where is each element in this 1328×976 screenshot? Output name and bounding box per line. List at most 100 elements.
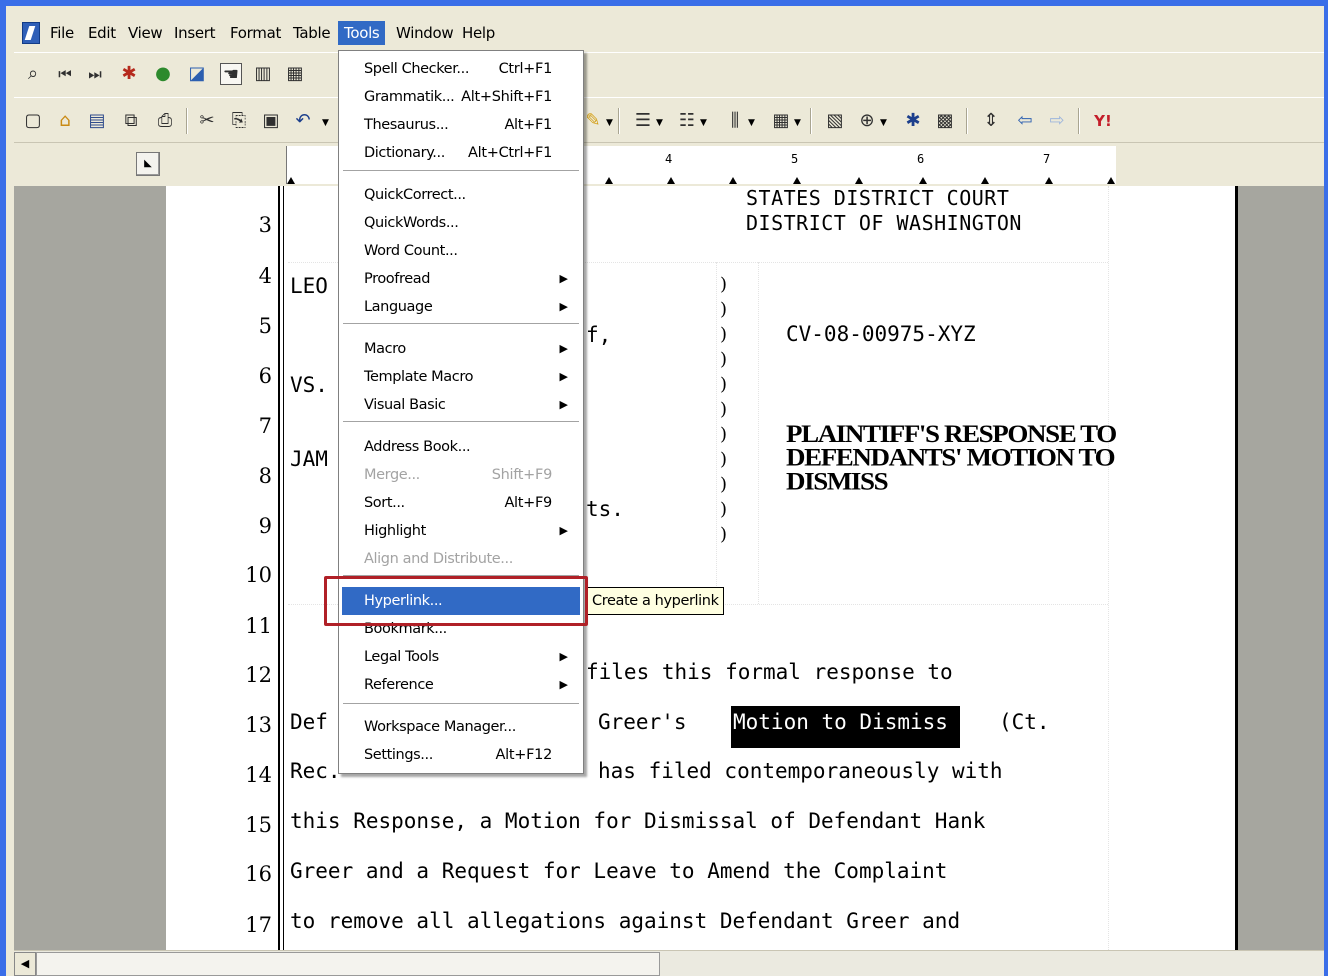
copy-icon[interactable]: ⧉ [120, 110, 142, 132]
book-icon[interactable]: ▥ [252, 63, 274, 85]
tab-stop-marker[interactable] [667, 177, 675, 184]
hand-icon[interactable]: ☚ [220, 63, 242, 85]
zoom-page-icon[interactable]: ⊕ [856, 110, 878, 132]
bug-icon[interactable]: ✱ [118, 63, 140, 85]
first-page-icon[interactable]: ⏮ [54, 63, 76, 85]
menu-item-shortcut: Alt+F12 [495, 747, 553, 763]
print-icon[interactable]: ⎙ [154, 110, 176, 132]
caption-parentheses: ))))))))))) [720, 274, 728, 545]
bullets-icon[interactable]: ☷ [676, 110, 698, 132]
document-page[interactable]: 3 4 5 6 7 8 9 10 11 12 13 14 15 16 17 ST… [166, 186, 1238, 950]
color-icon[interactable]: ◪ [186, 63, 208, 85]
menu-edit[interactable]: Edit [82, 21, 122, 45]
asterisk-icon[interactable]: ✱ [902, 110, 924, 132]
menu-tools[interactable]: Tools [338, 21, 386, 45]
toolbar-navigation: ⌕ ⏮ ⏭ ✱ ● ◪ ☚ ▥ ▦ [14, 52, 1324, 96]
menu-item-template-macro[interactable]: Template Macro ▶ [342, 363, 580, 391]
tab-stop-marker[interactable] [855, 177, 863, 184]
menu-item-thesaurus[interactable]: Thesaurus... Alt+F1 [342, 111, 580, 139]
scroll-thumb[interactable] [36, 952, 660, 976]
undo-icon[interactable]: ↶ [292, 110, 314, 132]
menu-separator [343, 170, 579, 172]
open-icon[interactable]: ⌂ [54, 110, 76, 132]
highlight-pen-icon[interactable]: ✎ [582, 110, 604, 132]
up-down-icon[interactable]: ⇕ [980, 110, 1002, 132]
numbering-icon[interactable]: ☰ [632, 110, 654, 132]
bullets-dropdown-icon[interactable]: ▼ [700, 118, 707, 128]
menu-window[interactable]: Window [390, 21, 459, 45]
horizontal-scrollbar[interactable]: ◀ [14, 950, 1324, 976]
save-icon[interactable]: ▤ [86, 110, 108, 132]
menu-item-legal-tools[interactable]: Legal Tools ▶ [342, 643, 580, 671]
tab-stop-marker[interactable] [729, 177, 737, 184]
calculator-icon[interactable]: ▩ [934, 110, 956, 132]
grid-icon[interactable]: ▦ [284, 63, 306, 85]
highlight-dropdown-icon[interactable]: ▼ [606, 118, 613, 128]
menu-item-sort[interactable]: Sort... Alt+F9 [342, 489, 580, 517]
columns-icon[interactable]: ⫼ [724, 110, 746, 132]
menu-item-quickcorrect[interactable]: QuickCorrect... [342, 181, 580, 209]
menu-item-label: Reference [364, 677, 434, 693]
columns-dropdown-icon[interactable]: ▼ [748, 118, 755, 128]
highlighted-text[interactable]: Motion to Dismiss [731, 706, 960, 748]
line-numbers: 3 4 5 6 7 8 9 10 11 12 13 14 15 16 17 [166, 186, 278, 950]
submenu-arrow-icon: ▶ [559, 398, 568, 411]
tab-stop-marker[interactable] [605, 177, 613, 184]
forward-icon[interactable]: ⇨ [1046, 110, 1068, 132]
menu-item-grammatik[interactable]: Grammatik... Alt+Shift+F1 [342, 83, 580, 111]
table-dropdown-icon[interactable]: ▼ [794, 118, 801, 128]
menu-item-workspace-manager[interactable]: Workspace Manager... [342, 713, 580, 741]
menu-help[interactable]: Help [456, 21, 501, 45]
zoom-dropdown-icon[interactable]: ▼ [880, 118, 887, 128]
table-icon[interactable]: ▦ [770, 110, 792, 132]
tab-stop-marker[interactable] [1045, 177, 1053, 184]
court-heading-line-2: DISTRICT OF WASHINGTON [746, 211, 1022, 235]
toolbar-separator [966, 108, 968, 134]
paste-icon[interactable]: ⎘ [228, 110, 250, 132]
back-icon[interactable]: ⇦ [1014, 110, 1036, 132]
cut-icon[interactable]: ✂ [196, 110, 218, 132]
menu-item-spell-checker[interactable]: Spell Checker... Ctrl+F1 [342, 55, 580, 83]
tab-stop-marker[interactable] [793, 177, 801, 184]
menu-item-shortcut: Alt+Ctrl+F1 [468, 145, 552, 161]
yahoo-icon[interactable]: Y! [1092, 110, 1114, 132]
menu-item-proofread[interactable]: Proofread ▶ [342, 265, 580, 293]
tab-stop-marker[interactable] [919, 177, 927, 184]
scroll-left-button[interactable]: ◀ [14, 952, 36, 976]
menu-item-macro[interactable]: Macro ▶ [342, 335, 580, 363]
menu-item-address-book[interactable]: Address Book... [342, 433, 580, 461]
right-margin-marker[interactable] [1107, 177, 1115, 184]
menu-item-language[interactable]: Language ▶ [342, 293, 580, 321]
line-number-rule [278, 186, 284, 950]
toolbar-separator [810, 108, 812, 134]
app-icon[interactable] [22, 22, 40, 44]
clipboard-icon[interactable]: ▣ [260, 110, 282, 132]
menu-item-highlight[interactable]: Highlight ▶ [342, 517, 580, 545]
menu-item-dictionary[interactable]: Dictionary... Alt+Ctrl+F1 [342, 139, 580, 167]
menu-file[interactable]: File [44, 21, 80, 45]
zoom-icon[interactable]: ⌕ [22, 63, 44, 85]
menu-item-settings[interactable]: Settings... Alt+F12 [342, 741, 580, 769]
menu-item-reference[interactable]: Reference ▶ [342, 671, 580, 699]
menu-view[interactable]: View [122, 21, 168, 45]
menu-item-label: Settings... [364, 747, 433, 763]
numbering-dropdown-icon[interactable]: ▼ [656, 118, 663, 128]
undo-dropdown-icon[interactable]: ▼ [322, 118, 329, 128]
menu-item-visual-basic[interactable]: Visual Basic ▶ [342, 391, 580, 419]
hyperlink-tooltip: Create a hyperlink [587, 587, 724, 615]
menu-insert[interactable]: Insert [168, 21, 221, 45]
window-right-border [1324, 6, 1328, 976]
menu-item-quickwords[interactable]: QuickWords... [342, 209, 580, 237]
menu-item-word-count[interactable]: Word Count... [342, 237, 580, 265]
ruler-tab-type-button[interactable]: ◣ [136, 152, 160, 176]
globe-icon[interactable]: ● [152, 63, 174, 85]
new-icon[interactable]: ▢ [22, 110, 44, 132]
chart-icon[interactable]: ▧ [824, 110, 846, 132]
toolbar-separator [186, 108, 188, 134]
tab-stop-marker[interactable] [981, 177, 989, 184]
menu-table[interactable]: Table [287, 21, 336, 45]
menu-item-label: Thesaurus... [364, 117, 449, 133]
last-page-icon[interactable]: ⏭ [84, 63, 106, 85]
left-margin-marker[interactable] [287, 177, 295, 184]
menu-format[interactable]: Format [224, 21, 287, 45]
